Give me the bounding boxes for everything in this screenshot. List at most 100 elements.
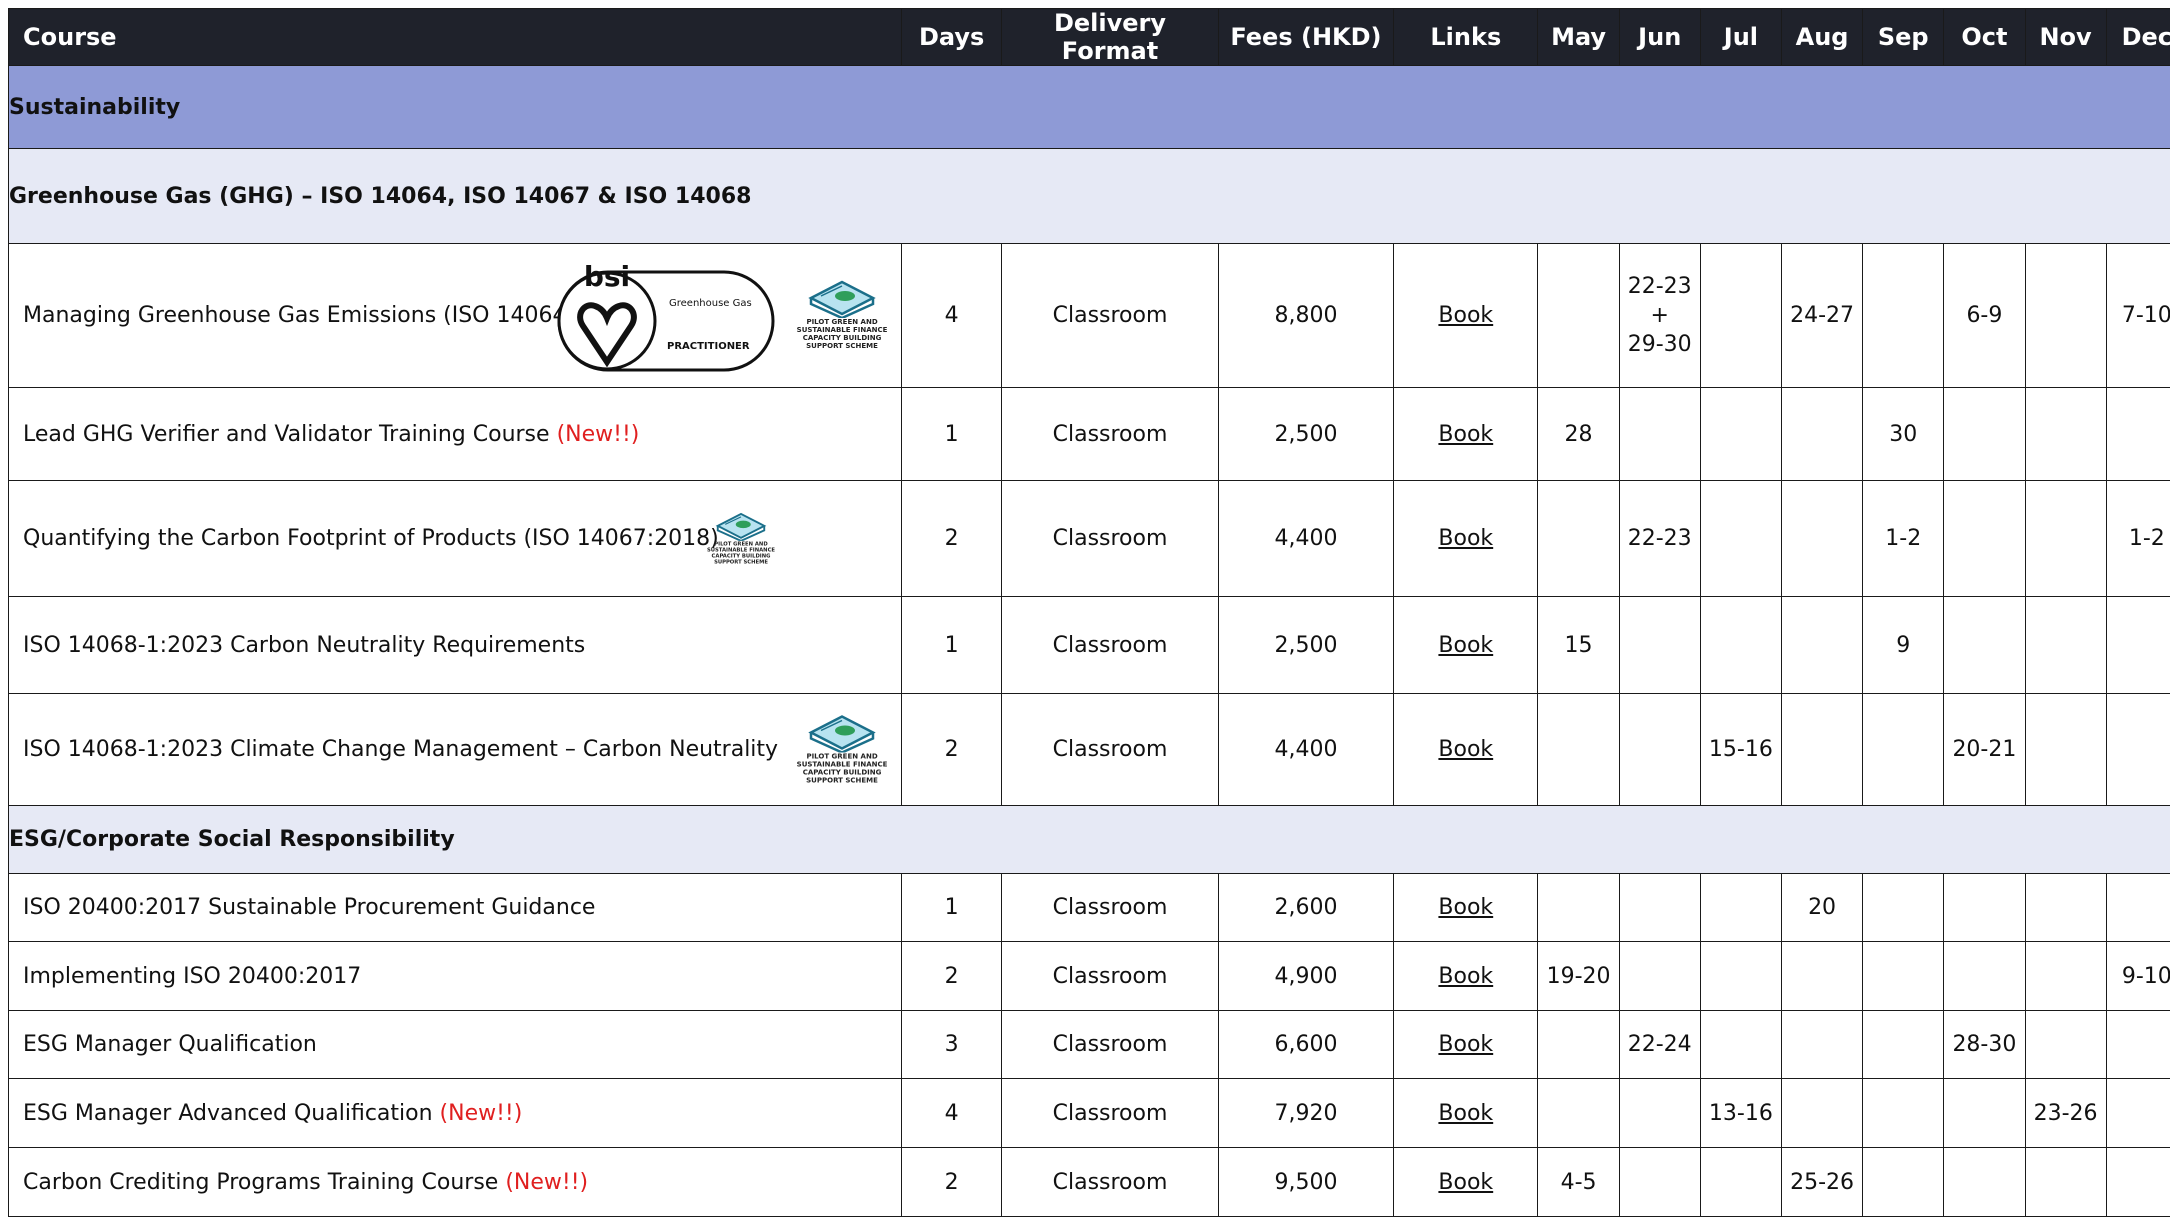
book-link[interactable]: Book: [1438, 1170, 1493, 1195]
course-cell: ISO 20400:2017 Sustainable Procurement G…: [9, 874, 902, 942]
jun-date-cell: [1619, 874, 1700, 942]
col-header-delivery-format: Delivery Format: [1002, 9, 1218, 66]
book-icon: [805, 708, 879, 752]
book-link[interactable]: Book: [1438, 895, 1493, 920]
book-link[interactable]: Book: [1438, 422, 1493, 447]
links-cell: Book: [1394, 942, 1538, 1011]
subsection-title: Greenhouse Gas (GHG) – ISO 14064, ISO 14…: [9, 149, 2170, 244]
book-link[interactable]: Book: [1438, 964, 1493, 989]
bsi-ghg-practitioner-logo: bsi Greenhouse Gas PRACTITIONER: [555, 258, 777, 374]
delivery-format-cell: Classroom: [1002, 388, 1218, 481]
days-cell: 2: [902, 942, 1002, 1011]
course-name: Implementing ISO 20400:2017: [23, 964, 361, 989]
jul-date-cell: [1700, 244, 1781, 388]
logo-group: PILOT GREEN AND SUSTAINABLE FINANCE CAPA…: [700, 507, 783, 569]
jun-date-cell: [1619, 1079, 1700, 1148]
table-row: Lead GHG Verifier and Validator Training…: [9, 388, 2170, 481]
links-cell: Book: [1394, 874, 1538, 942]
course-name: ESG Manager Advanced Qualification: [23, 1101, 433, 1126]
may-date-cell: [1538, 1011, 1619, 1079]
may-date-cell: 4-5: [1538, 1148, 1619, 1217]
new-badge: (New!!): [557, 422, 640, 447]
jul-date-cell: [1700, 942, 1781, 1011]
subsection-row-esg: ESG/Corporate Social Responsibility: [9, 806, 2170, 874]
days-cell: 4: [902, 1079, 1002, 1148]
book-link[interactable]: Book: [1438, 303, 1493, 328]
dec-date-cell: [2106, 1079, 2170, 1148]
course-cell: Implementing ISO 20400:2017: [9, 942, 902, 1011]
table-row: Quantifying the Carbon Footprint of Prod…: [9, 481, 2170, 597]
logo-group: bsi Greenhouse Gas PRACTITIONER PILOT GR…: [555, 258, 897, 374]
may-date-cell: [1538, 481, 1619, 597]
days-cell: 3: [902, 1011, 1002, 1079]
jun-date-cell: [1619, 694, 1700, 806]
pilot-scheme-logo: PILOT GREEN AND SUSTAINABLE FINANCE CAPA…: [787, 708, 897, 791]
col-header-may: May: [1538, 9, 1619, 66]
book-link[interactable]: Book: [1438, 526, 1493, 551]
links-cell: Book: [1394, 1011, 1538, 1079]
course-name: ISO 20400:2017 Sustainable Procurement G…: [23, 895, 595, 920]
may-date-cell: [1538, 694, 1619, 806]
jul-date-cell: [1700, 1011, 1781, 1079]
delivery-format-cell: Classroom: [1002, 1079, 1218, 1148]
links-cell: Book: [1394, 1148, 1538, 1217]
dec-date-cell: [2106, 597, 2170, 694]
book-link[interactable]: Book: [1438, 1032, 1493, 1057]
aug-date-cell: 25-26: [1781, 1148, 1862, 1217]
course-name: ESG Manager Qualification: [23, 1032, 317, 1057]
aug-date-cell: 24-27: [1781, 244, 1862, 388]
book-link[interactable]: Book: [1438, 1101, 1493, 1126]
book-link[interactable]: Book: [1438, 737, 1493, 762]
date-part: +: [1620, 301, 1700, 330]
jul-date-cell: [1700, 874, 1781, 942]
table-row: Managing Greenhouse Gas Emissions (ISO 1…: [9, 244, 2170, 388]
days-cell: 1: [902, 597, 1002, 694]
section-title: Sustainability: [9, 66, 2170, 149]
course-name: ISO 14068-1:2023 Climate Change Manageme…: [23, 737, 778, 762]
course-cell: Quantifying the Carbon Footprint of Prod…: [9, 481, 902, 597]
table-row: ESG Manager Qualification 3Classroom6,600…: [9, 1011, 2170, 1079]
fees-cell: 6,600: [1218, 1011, 1393, 1079]
course-name: ISO 14068-1:2023 Carbon Neutrality Requi…: [23, 633, 585, 658]
jun-date-cell: 22-23+29-30: [1619, 244, 1700, 388]
dec-date-cell: [2106, 1148, 2170, 1217]
may-date-cell: 28: [1538, 388, 1619, 481]
jul-date-cell: [1700, 1148, 1781, 1217]
delivery-format-cell: Classroom: [1002, 481, 1218, 597]
jul-date-cell: [1700, 597, 1781, 694]
table-row: Implementing ISO 20400:20172Classroom4,9…: [9, 942, 2170, 1011]
course-name: Lead GHG Verifier and Validator Training…: [23, 422, 550, 447]
nov-date-cell: [2025, 388, 2106, 481]
jul-date-cell: [1700, 481, 1781, 597]
date-part: 22-23: [1620, 272, 1700, 301]
delivery-format-cell: Classroom: [1002, 1011, 1218, 1079]
course-name: Carbon Crediting Programs Training Cours…: [23, 1170, 498, 1195]
dec-date-cell: [2106, 388, 2170, 481]
jun-date-cell: [1619, 388, 1700, 481]
dec-date-cell: 1-2: [2106, 481, 2170, 597]
course-cell: ISO 14068-1:2023 Carbon Neutrality Requi…: [9, 597, 902, 694]
col-header-days: Days: [902, 9, 1002, 66]
table-row: Carbon Crediting Programs Training Cours…: [9, 1148, 2170, 1217]
dec-date-cell: [2106, 1011, 2170, 1079]
nov-date-cell: [2025, 481, 2106, 597]
bsi-level-text: PRACTITIONER: [667, 341, 750, 352]
oct-date-cell: [1944, 481, 2025, 597]
table-row: ISO 20400:2017 Sustainable Procurement G…: [9, 874, 2170, 942]
sep-date-cell: [1863, 1011, 1944, 1079]
sep-date-cell: [1863, 942, 1944, 1011]
fees-cell: 2,600: [1218, 874, 1393, 942]
col-header-jul: Jul: [1700, 9, 1781, 66]
jun-date-cell: 22-24: [1619, 1011, 1700, 1079]
sep-date-cell: 1-2: [1863, 481, 1944, 597]
book-link[interactable]: Book: [1438, 633, 1493, 658]
nov-date-cell: [2025, 942, 2106, 1011]
nov-date-cell: [2025, 1148, 2106, 1217]
sep-date-cell: [1863, 1148, 1944, 1217]
table-row: ISO 14068-1:2023 Climate Change Manageme…: [9, 694, 2170, 806]
fees-cell: 9,500: [1218, 1148, 1393, 1217]
dec-date-cell: [2106, 874, 2170, 942]
course-cell: ISO 14068-1:2023 Climate Change Manageme…: [9, 694, 902, 806]
col-header-oct: Oct: [1944, 9, 2025, 66]
jun-date-cell: [1619, 942, 1700, 1011]
